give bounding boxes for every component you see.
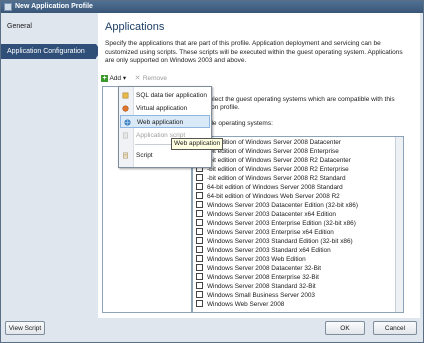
os-label: Windows Server 2003 Datacenter Edition (… [207,202,358,209]
nav-item-application-configuration[interactable]: Application Configuration [1,44,101,59]
virtual-app-icon [122,105,129,112]
dialog-window: New Application Profile General Applicat… [0,0,424,343]
cancel-button[interactable]: Cancel [373,321,417,335]
os-checkbox[interactable] [196,264,203,272]
os-item[interactable]: Windows Server 2003 Enterprise Edition (… [196,219,356,228]
os-checkbox[interactable] [196,183,203,191]
os-item[interactable]: Windows Server 2008 Standard 32-Bit [196,282,316,291]
compat-instructions-line1: e select the guest operating systems whi… [201,96,395,103]
os-label: Windows Server 2008 Standard 32-Bit [207,283,316,290]
os-checkbox[interactable] [196,273,203,281]
os-item[interactable]: Windows Server 2003 Enterprise x64 Editi… [196,228,334,237]
os-item[interactable]: Windows Small Business Server 2003 [196,291,315,300]
os-label: -bit edition of Windows Server 2008 R2 S… [207,175,346,182]
menu-item-label: Virtual application [136,105,188,112]
os-list-scrollbar[interactable] [395,137,403,312]
os-item[interactable]: Windows Server 2003 Standard Edition (32… [196,237,353,246]
os-checkbox[interactable] [196,291,203,299]
os-checkbox[interactable] [196,300,203,308]
plus-icon: + [101,74,108,82]
remove-label: Remove [142,75,168,82]
os-checkbox[interactable] [196,174,203,182]
os-label: -bit edition of Windows Server 2008 R2 E… [207,166,349,173]
os-item[interactable]: 64-bit edition of Windows Server 2008 St… [196,183,343,192]
database-icon [122,92,129,99]
os-item[interactable]: Windows Web Server 2008 [196,300,284,309]
add-dropdown-menu: SQL data tier application Virtual applic… [118,86,212,168]
os-label: Windows Server 2003 Standard Edition (32… [207,238,353,245]
os-checkbox[interactable] [196,210,203,218]
os-label: Windows Server 2003 Enterprise x64 Editi… [207,229,334,236]
os-label: Windows Server 2008 Datacenter 32-Bit [207,265,322,272]
menu-item-web-application[interactable]: Web application [120,115,210,128]
app-icon [4,3,12,11]
os-label: Windows Server 2003 Enterprise Edition (… [207,220,356,227]
menu-item-virtual-application[interactable]: Virtual application [119,102,211,115]
os-label: -bit edition of Windows Server 2008 Data… [207,139,341,146]
nav-pane: General Application Configuration [1,13,101,318]
os-item[interactable]: Windows Server 2003 Datacenter x64 Editi… [196,210,336,219]
os-checkbox[interactable] [196,237,203,245]
script-icon [123,132,128,139]
tooltip: Web application [171,138,224,150]
os-item[interactable]: Windows Server 2008 Enterprise 32-Bit [196,273,319,282]
os-checkbox[interactable] [196,282,203,290]
os-item[interactable]: Windows Server 2003 Datacenter Edition (… [196,201,358,210]
os-label: Windows Server 2003 Standard x64 Edition [207,247,331,254]
os-checkbox[interactable] [196,255,203,263]
os-item[interactable]: Windows Server 2008 Datacenter 32-Bit [196,264,321,273]
add-label: Add [109,75,122,82]
os-label: -bit edition of Windows Server 2008 Ente… [207,148,339,155]
os-item[interactable]: 64-bit edition of Windows Web Server 200… [196,192,340,201]
menu-item-sql-data-tier[interactable]: SQL data tier application [119,89,211,102]
window-title: New Application Profile [15,3,93,10]
os-item[interactable]: -bit edition of Windows Server 2008 R2 D… [196,156,351,165]
os-label: Windows Small Business Server 2003 [207,292,315,299]
os-item[interactable]: -bit edition of Windows Server 2008 R2 E… [196,165,349,174]
os-item[interactable]: -bit edition of Windows Server 2008 R2 S… [196,174,346,183]
os-label: Windows Web Server 2008 [207,301,285,308]
os-item[interactable]: Windows Server 2003 Standard x64 Edition [196,246,331,255]
script-icon [123,152,128,159]
ok-button[interactable]: OK [325,321,365,335]
remove-icon: ✕ [134,74,141,82]
os-checkbox[interactable] [196,228,203,236]
os-checkbox[interactable] [196,219,203,227]
page-title: Applications [105,21,165,33]
os-checkbox[interactable] [196,201,203,209]
os-label: Windows Server 2003 Web Edition [207,256,306,263]
os-checklist: -bit edition of Windows Server 2008 Data… [192,136,404,313]
chevron-down-icon: ▾ [122,75,127,82]
os-checkbox[interactable] [196,246,203,254]
menu-item-script[interactable]: Script [119,149,211,162]
os-checkbox[interactable] [196,192,203,200]
nav-item-general[interactable]: General [1,19,96,34]
menu-item-label: SQL data tier application [136,92,207,99]
os-item[interactable]: Windows Server 2003 Web Edition [196,255,306,264]
menu-item-label: Web application [137,119,184,126]
os-label: -bit edition of Windows Server 2008 R2 D… [207,157,351,164]
os-label: Windows Server 2008 Enterprise 32-Bit [207,274,319,281]
title-bar: New Application Profile [1,1,423,13]
add-button[interactable]: + Add ▾ [101,74,126,84]
menu-item-label: Script [136,152,153,159]
os-label: 64-bit edition of Windows Web Server 200… [207,193,340,200]
nav-item-label: Application Configuration [7,48,85,55]
page-description: Specify the applications that are part o… [105,40,403,64]
view-script-button[interactable]: View Script [5,321,45,335]
os-label: 64-bit edition of Windows Server 2008 St… [207,184,343,191]
os-label: Windows Server 2003 Datacenter x64 Editi… [207,211,336,218]
globe-icon [124,119,131,126]
app-toolbar: + Add ▾ ✕ Remove [98,73,298,85]
remove-button[interactable]: ✕ Remove [134,74,167,84]
